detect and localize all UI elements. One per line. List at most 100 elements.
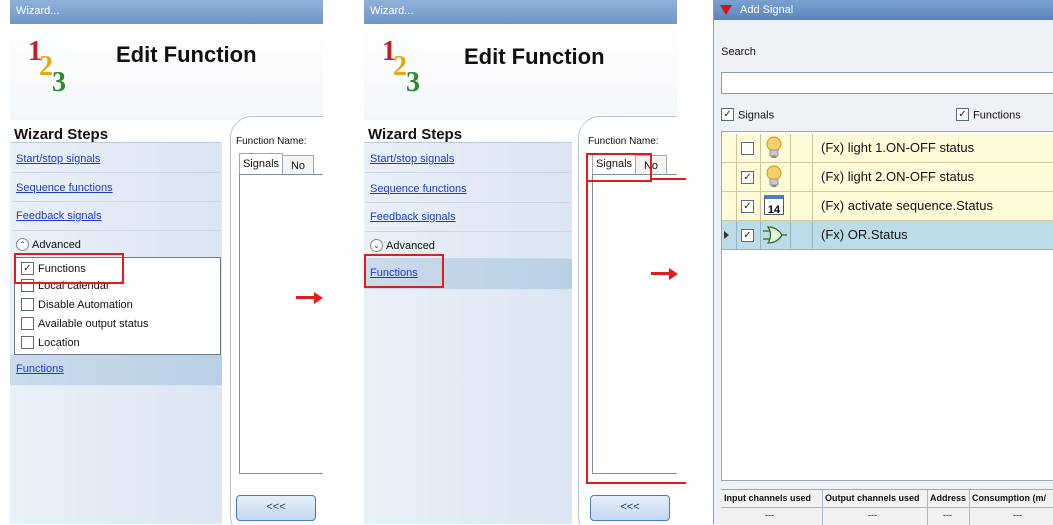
function-name-label: Function Name: — [588, 136, 659, 147]
function-name-label: Function Name: — [236, 136, 307, 147]
cell-divider — [790, 134, 791, 162]
checkbox-icon[interactable] — [741, 142, 754, 155]
wizard-header: 1 2 3 Edit Function — [10, 24, 323, 120]
row-pointer-icon — [724, 231, 729, 239]
steps-title: Wizard Steps — [14, 126, 109, 143]
footer-header: Input channels used — [724, 493, 812, 503]
divider — [12, 201, 220, 202]
filter-signals[interactable]: ✓ Signals — [721, 108, 774, 122]
table-row[interactable]: ✓ (Fx) light 2.ON-OFF status — [722, 163, 1053, 192]
step-start-stop-signals[interactable]: Start/stop signals — [370, 153, 454, 165]
signals-grid: (Fx) light 1.ON-OFF status ✓ (Fx) light … — [721, 131, 1053, 481]
cell-divider — [736, 192, 737, 220]
cell-divider — [790, 163, 791, 191]
cell-divider — [736, 221, 737, 249]
summary-footer: Input channels used Output channels used… — [721, 489, 1053, 525]
steps-title: Wizard Steps — [368, 126, 463, 143]
cell-divider — [812, 221, 813, 249]
checkbox-checked-icon[interactable]: ✓ — [741, 200, 754, 213]
checkbox-checked-icon[interactable]: ✓ — [721, 108, 734, 121]
step-sequence-functions[interactable]: Sequence functions — [370, 183, 467, 195]
highlight-box — [364, 254, 444, 288]
lightbulb-icon — [766, 136, 782, 158]
search-input[interactable] — [721, 72, 1053, 94]
checkbox-checked-icon[interactable]: ✓ — [741, 171, 754, 184]
advanced-label[interactable]: Advanced — [32, 239, 81, 251]
cell-divider — [812, 163, 813, 191]
step-feedback-signals[interactable]: Feedback signals — [370, 211, 456, 223]
back-button[interactable]: <<< — [236, 495, 316, 521]
step-number-3-icon: 3 — [406, 67, 420, 98]
cell-divider — [790, 192, 791, 220]
advanced-label[interactable]: Advanced — [386, 240, 435, 252]
divider — [12, 172, 220, 173]
step-functions[interactable]: Functions — [16, 363, 64, 375]
checkbox-icon[interactable] — [21, 335, 34, 349]
highlight-box — [586, 153, 652, 182]
divider — [12, 230, 220, 231]
filter-functions[interactable]: ✓ Functions — [956, 108, 1021, 122]
step-sequence-functions[interactable]: Sequence functions — [16, 182, 113, 194]
calendar-day: 14 — [767, 204, 781, 216]
highlight-box — [14, 253, 124, 284]
page-title: Edit Function — [116, 42, 257, 67]
step-start-stop-signals[interactable]: Start/stop signals — [16, 153, 100, 165]
cell-divider — [760, 221, 761, 249]
table-row[interactable]: ✓ 14 (Fx) activate sequence.Status — [722, 192, 1053, 221]
footer-value: --- — [868, 510, 877, 520]
footer-header: Consumption (m/ — [972, 493, 1046, 503]
option-location[interactable]: Location — [21, 335, 80, 350]
arrow-line — [651, 272, 671, 275]
signal-name: (Fx) light 2.ON-OFF status — [821, 169, 975, 184]
signal-name: (Fx) activate sequence.Status — [821, 198, 993, 213]
table-row[interactable]: ✓ (Fx) OR.Status — [722, 221, 1053, 250]
step-number-3-icon: 3 — [52, 67, 66, 98]
signals-list[interactable] — [239, 174, 323, 474]
window-title: Wizard... — [364, 0, 677, 24]
cell-divider — [812, 192, 813, 220]
checkbox-icon[interactable] — [21, 316, 34, 330]
option-available-output-status[interactable]: Available output status — [21, 316, 149, 331]
checkbox-checked-icon[interactable]: ✓ — [741, 229, 754, 242]
tab-signals[interactable]: Signals — [239, 153, 283, 175]
cell-divider — [760, 163, 761, 191]
step-number-2-icon: 2 — [393, 51, 407, 82]
back-button[interactable]: <<< — [590, 495, 670, 521]
checkbox-checked-icon[interactable]: ✓ — [956, 108, 969, 121]
tab-no[interactable]: No — [282, 155, 314, 175]
calendar-icon: 14 — [764, 195, 784, 216]
lightbulb-icon — [766, 165, 782, 187]
footer-value: --- — [765, 510, 774, 520]
cell-divider — [760, 134, 761, 162]
divider — [366, 202, 570, 203]
add-signal-window: Add Signal Search ✓ Signals ✓ Functions (F… — [713, 0, 1053, 525]
window-title: Add Signal — [714, 0, 1053, 20]
sidebar-item-functions-selected[interactable]: Functions — [10, 355, 222, 385]
signal-name: (Fx) OR.Status — [821, 227, 908, 242]
checkbox-icon[interactable] — [21, 297, 34, 311]
option-label: Available output status — [38, 318, 149, 330]
window-title: Wizard... — [10, 0, 323, 24]
footer-value: --- — [1013, 510, 1022, 520]
table-row[interactable]: (Fx) light 1.ON-OFF status — [722, 134, 1053, 163]
search-label: Search — [721, 46, 756, 58]
option-label: Disable Automation — [38, 299, 133, 311]
signal-name: (Fx) light 1.ON-OFF status — [821, 140, 975, 155]
page-title: Edit Function — [464, 44, 605, 69]
arrow-line — [296, 296, 316, 299]
expand-icon[interactable]: ⌄ — [370, 239, 383, 252]
wizard-header: 1 2 3 Edit Function — [364, 24, 677, 120]
step-feedback-signals[interactable]: Feedback signals — [16, 210, 102, 222]
footer-row-divider — [721, 507, 1053, 508]
footer-value: --- — [943, 510, 952, 520]
collapse-icon[interactable]: ⌃ — [16, 238, 29, 251]
footer-header: Address — [930, 493, 967, 503]
option-disable-automation[interactable]: Disable Automation — [21, 297, 133, 312]
highlight-box — [586, 180, 686, 484]
arrow-line — [650, 178, 686, 180]
divider — [366, 231, 570, 232]
add-signal-icon — [720, 5, 732, 15]
filter-label: Functions — [973, 109, 1021, 122]
arrow-right-icon — [669, 268, 678, 280]
cell-divider — [790, 221, 791, 249]
